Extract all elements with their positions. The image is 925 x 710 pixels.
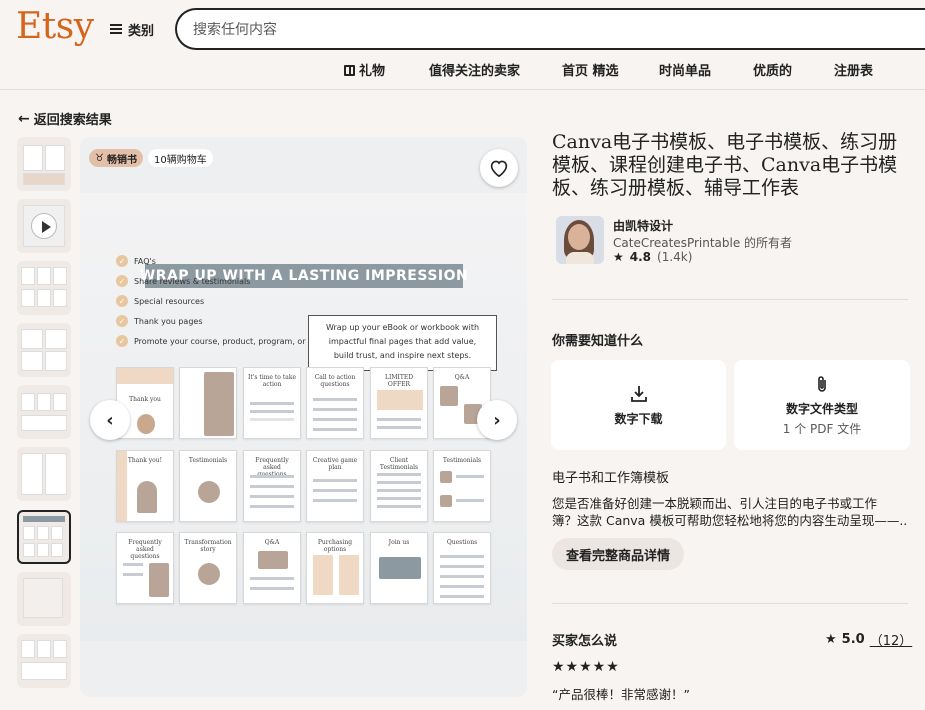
thumbnail-7-selected[interactable]	[17, 510, 71, 564]
paperclip-icon	[818, 375, 826, 392]
view-full-details-button[interactable]: 查看完整商品详情	[552, 538, 685, 570]
shop-owner: CateCreatesPrintable 的所有者	[613, 236, 793, 250]
top-nav: 礼物 值得关注的卖家 首页 精选 时尚单品 优质的 注册表	[0, 60, 925, 80]
search-placeholder: 搜索任何内容	[193, 22, 277, 38]
template-page: Testimonials	[433, 450, 491, 522]
template-page: Thank you!	[116, 450, 174, 522]
feature-item: ✓ Share reviews & testimonials	[116, 275, 250, 287]
shop-rating-value: 4.8	[629, 250, 652, 264]
feature-item: ✓ Special resources	[116, 295, 204, 307]
shop-rating: ★ 4.8 (1.4k)	[613, 250, 692, 264]
etsy-logo[interactable]: Etsy	[16, 6, 94, 47]
file-type-card: 数字文件类型 1 个 PDF 文件	[734, 360, 910, 450]
shop-rating-count[interactable]: (1.4k)	[657, 250, 692, 264]
know-heading: 你需要知道什么	[552, 334, 644, 349]
thumbnail-9[interactable]	[17, 634, 71, 688]
file-type-label: 数字文件类型	[785, 401, 858, 416]
chevron-left-icon: ‹	[106, 409, 114, 431]
header: Etsy 类别 搜索任何内容 礼物 值得关注的卖家 首页 精选 时尚单品 优质的…	[0, 0, 925, 90]
play-icon	[31, 213, 57, 239]
nav-gifts[interactable]: 礼物	[344, 60, 385, 79]
thumbnail-video[interactable]	[17, 199, 71, 253]
template-page: Client Testimonials	[370, 450, 428, 522]
nav-gifts-label: 礼物	[359, 64, 386, 79]
listing-title: Canva电子书模板、电子书模板、练习册模板、课程创建电子书、Canva电子书模…	[552, 131, 898, 199]
menu-icon	[110, 24, 122, 34]
heart-icon	[490, 160, 508, 177]
bestseller-label: 畅销书	[106, 154, 137, 166]
feature-item: ✓ Thank you pages	[116, 315, 203, 327]
reviews-heading: 买家怎么说	[552, 634, 618, 649]
thumbnail-3[interactable]	[17, 261, 71, 315]
thumbnail-8[interactable]	[17, 572, 71, 626]
template-page: Testimonials	[179, 450, 237, 522]
reviews-score-value: 5.0	[841, 632, 865, 647]
favorite-button[interactable]	[480, 149, 518, 187]
nav-home-picks[interactable]: 首页 精选	[562, 60, 619, 79]
prev-image-button[interactable]: ‹	[90, 400, 130, 440]
description-text: 您是否准备好创建一本脱颖而出、引人注目的电子书或工作 簿？这款 Canva 模板…	[552, 496, 908, 528]
thumbnail-6[interactable]	[17, 447, 71, 501]
divider	[552, 603, 908, 604]
cart-count-badge: 10辆购物车	[148, 149, 213, 167]
gift-icon	[344, 65, 355, 76]
categories-button[interactable]: 类别	[110, 18, 154, 40]
reviews-score: ★ 5.0 （12）	[825, 630, 912, 649]
check-icon: ✓	[116, 315, 128, 327]
file-type-sub: 1 个 PDF 文件	[782, 421, 862, 436]
nav-fashion[interactable]: 时尚单品	[659, 60, 711, 79]
template-page: Questions	[433, 532, 491, 604]
check-icon: ✓	[116, 275, 128, 287]
description-heading: 电子书和工作簿模板	[552, 471, 670, 486]
search-input[interactable]: 搜索任何内容	[175, 8, 925, 50]
next-image-button[interactable]: ›	[477, 400, 517, 440]
thumbnail-5[interactable]	[17, 385, 71, 439]
digital-download-label: 数字下载	[614, 411, 663, 426]
digital-download-card: 数字下载	[551, 360, 726, 450]
back-to-search-link[interactable]: ← 返回搜索结果	[18, 109, 112, 129]
template-page: Frequently asked questions	[243, 450, 301, 522]
template-page	[179, 367, 237, 439]
review-stars: ★★★★★	[552, 659, 620, 675]
main-product-image[interactable]: ♉ 畅销书 10辆购物车 WRAP UP WITH A LASTING IMPR…	[80, 137, 527, 697]
template-page: Frequently asked questions	[116, 532, 174, 604]
nav-featured-sellers[interactable]: 值得关注的卖家	[429, 60, 520, 79]
thumbnail-4[interactable]	[17, 323, 71, 377]
nav-premium[interactable]: 优质的	[753, 60, 792, 79]
thumbnail-1[interactable]	[17, 137, 71, 191]
trophy-icon: ♉	[95, 152, 104, 164]
review-quote: “产品很棒！非常感谢！”	[552, 687, 690, 702]
reviews-count-link[interactable]: （12）	[870, 630, 913, 649]
template-page: Transformation story	[179, 532, 237, 604]
categories-label: 类别	[128, 23, 155, 39]
template-page: Call to action questions	[306, 367, 364, 439]
chevron-right-icon: ›	[493, 409, 501, 431]
check-icon: ✓	[116, 295, 128, 307]
image-callout: Wrap up your eBook or workbook with impa…	[308, 315, 497, 371]
feature-item: ✓ FAQ's	[116, 255, 156, 267]
nav-registry[interactable]: 注册表	[834, 60, 873, 79]
template-page: LIMITED OFFER	[370, 367, 428, 439]
check-icon: ✓	[116, 335, 128, 347]
template-page: Join us	[370, 532, 428, 604]
image-content: WRAP UP WITH A LASTING IMPRESSION ✓ FAQ's…	[80, 193, 527, 641]
template-page: Q&A	[243, 532, 301, 604]
template-page: It's time to take action	[243, 367, 301, 439]
star-icon: ★	[613, 250, 624, 264]
divider	[552, 299, 908, 300]
bestseller-badge: ♉ 畅销书	[89, 149, 143, 167]
download-icon	[630, 385, 647, 402]
shop-name[interactable]: 由凯特设计	[613, 217, 673, 234]
template-page: Creative game plan	[306, 450, 364, 522]
shop-avatar[interactable]	[556, 216, 604, 264]
arrow-left-icon: ←	[18, 110, 30, 127]
template-page: Purchasing options	[306, 532, 364, 604]
star-icon: ★	[825, 632, 837, 647]
check-icon: ✓	[116, 255, 128, 267]
back-label: 返回搜索结果	[33, 113, 112, 128]
